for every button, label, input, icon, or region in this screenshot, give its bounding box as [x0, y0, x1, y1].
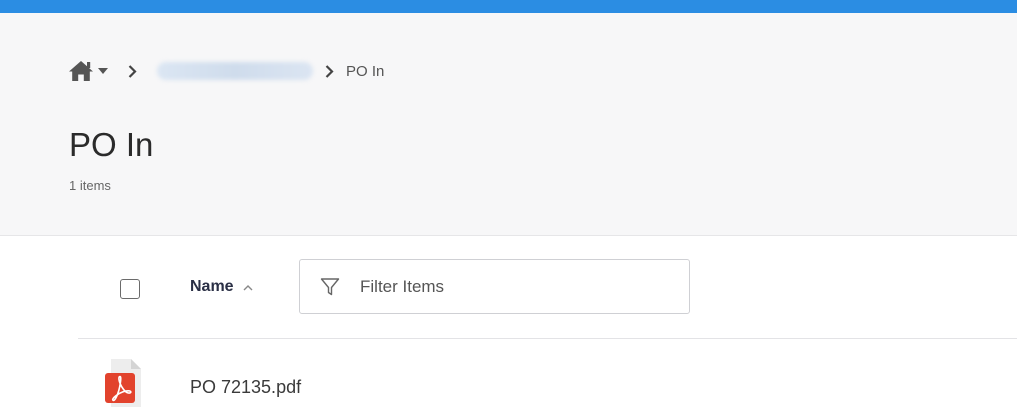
- file-name: PO 72135.pdf: [190, 377, 302, 397]
- name-column-header[interactable]: Name: [190, 276, 253, 298]
- caret-down-icon: [98, 68, 108, 74]
- breadcrumb: PO In: [68, 57, 384, 85]
- pdf-file-icon: [105, 359, 141, 407]
- top-accent-bar: [0, 0, 1017, 13]
- breadcrumb-home-button[interactable]: [68, 60, 108, 82]
- filter-box[interactable]: [299, 259, 690, 314]
- filter-input[interactable]: [360, 276, 660, 297]
- chevron-right-icon: [128, 64, 137, 78]
- breadcrumb-parent-folder-redacted[interactable]: [157, 62, 313, 80]
- item-count: 1 items: [69, 178, 111, 193]
- file-row[interactable]: PO 72135.pdf: [78, 339, 1017, 407]
- select-all-checkbox[interactable]: [120, 279, 140, 299]
- filter-icon: [320, 277, 340, 297]
- page-title: PO In: [69, 126, 154, 163]
- chevron-right-icon: [325, 64, 334, 78]
- folder-header: PO In PO In 1 items: [0, 13, 1017, 236]
- sort-ascending-icon: [243, 284, 253, 291]
- breadcrumb-current: PO In: [346, 62, 385, 80]
- home-icon: [68, 60, 94, 82]
- list-header: Name: [78, 236, 1017, 339]
- name-column-label: Name: [190, 278, 234, 295]
